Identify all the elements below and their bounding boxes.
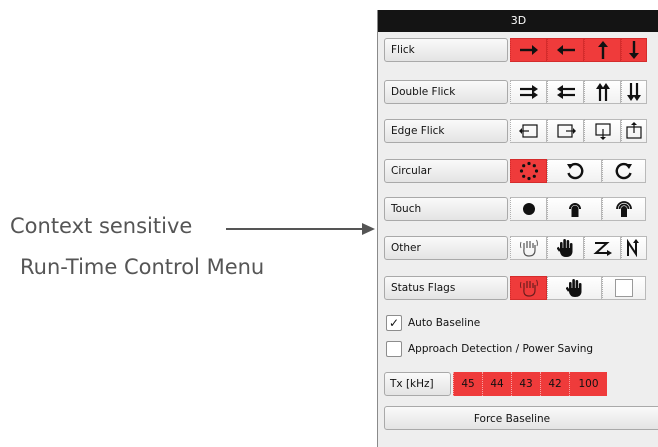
row-label-other: Other: [384, 236, 508, 260]
row-touch: Touch: [384, 197, 646, 221]
edge-flick-left-toggle[interactable]: [510, 119, 547, 143]
double-flick-right-toggle[interactable]: [510, 80, 547, 104]
row-label-touch: Touch: [384, 197, 508, 221]
tx-frequency-row: Tx [kHz] 45 44 43 42 100: [384, 372, 607, 396]
approach-detection-option[interactable]: Approach Detection / Power Saving: [386, 339, 593, 359]
double-arrow-up-icon: [595, 83, 610, 101]
other-z-gesture-toggle[interactable]: [584, 236, 621, 260]
circular-counterclockwise-toggle[interactable]: [602, 159, 646, 183]
touch-contact-toggle[interactable]: [510, 197, 547, 221]
circular-any-toggle[interactable]: [510, 159, 547, 183]
flick-left-toggle[interactable]: [547, 38, 584, 62]
force-baseline-button[interactable]: Force Baseline: [384, 406, 658, 430]
dotted-circle-icon: [519, 161, 538, 181]
auto-baseline-label: Auto Baseline: [408, 317, 481, 329]
flick-down-toggle[interactable]: [621, 38, 647, 62]
tx-frequency-cell[interactable]: 42: [540, 372, 569, 396]
edge-flick-right-toggle[interactable]: [547, 119, 584, 143]
flick-up-toggle[interactable]: [584, 38, 621, 62]
touch-tap-toggle[interactable]: [547, 197, 602, 221]
flick-right-toggle[interactable]: [510, 38, 547, 62]
n-gesture-icon: [627, 239, 639, 257]
tx-frequency-cell[interactable]: 100: [569, 372, 607, 396]
other-n-gesture-toggle[interactable]: [621, 236, 647, 260]
runtime-control-panel: 3D Flick Double Flick Edge Flick Circula…: [377, 10, 658, 447]
double-arrow-down-icon: [627, 83, 641, 101]
row-label-status-flags: Status Flags: [384, 276, 508, 300]
arrow-right-icon: [519, 45, 538, 55]
auto-baseline-checkbox[interactable]: ✓: [386, 315, 402, 331]
touch-tap-icon: [568, 203, 581, 217]
hand-outline-icon: [519, 239, 538, 257]
tx-frequency-cell[interactable]: 45: [453, 372, 482, 396]
other-hand-toggle[interactable]: [547, 236, 584, 260]
double-flick-left-toggle[interactable]: [547, 80, 584, 104]
row-label-circular: Circular: [384, 159, 508, 183]
arrow-up-icon: [597, 41, 608, 59]
rotate-counterclockwise-icon: [615, 162, 632, 180]
edge-flick-right-icon: [556, 124, 576, 138]
pointer-arrow-icon: [226, 223, 375, 235]
row-circular: Circular: [384, 159, 646, 183]
z-gesture-icon: [592, 242, 612, 256]
tx-frequency-cell[interactable]: 44: [482, 372, 511, 396]
row-edge-flick: Edge Flick: [384, 119, 647, 143]
double-flick-up-toggle[interactable]: [584, 80, 621, 104]
arrow-down-icon: [629, 41, 639, 59]
touch-hold-icon: [616, 201, 632, 217]
circular-clockwise-toggle[interactable]: [547, 159, 602, 183]
row-double-flick: Double Flick: [384, 80, 647, 104]
hand-filled-icon: [565, 279, 581, 297]
arrow-left-icon: [556, 45, 575, 55]
edge-flick-down-icon: [594, 123, 611, 140]
edge-flick-up-toggle[interactable]: [621, 119, 647, 143]
double-arrow-right-icon: [519, 85, 538, 99]
annotation-title: Context sensitive: [10, 214, 193, 238]
double-flick-down-toggle[interactable]: [621, 80, 647, 104]
row-label-edge-flick: Edge Flick: [384, 119, 508, 143]
edge-flick-left-icon: [518, 124, 538, 138]
approach-detection-checkbox[interactable]: [386, 341, 402, 357]
row-status-flags: Status Flags: [384, 276, 646, 300]
tx-frequency-cell[interactable]: 43: [511, 372, 540, 396]
edge-flick-up-icon: [626, 122, 642, 139]
approach-detection-label: Approach Detection / Power Saving: [408, 343, 594, 355]
status-empty-flag[interactable]: [602, 276, 646, 300]
row-label-double-flick: Double Flick: [384, 80, 508, 104]
row-other: Other: [384, 236, 647, 260]
other-wave-toggle[interactable]: [510, 236, 547, 260]
rotate-clockwise-icon: [566, 162, 583, 180]
double-arrow-left-icon: [556, 85, 575, 99]
empty-square-icon: [615, 279, 633, 297]
edge-flick-down-toggle[interactable]: [584, 119, 621, 143]
row-label-flick: Flick: [384, 38, 508, 62]
touch-hold-toggle[interactable]: [602, 197, 646, 221]
row-flick: Flick: [384, 38, 647, 62]
touch-dot-icon: [522, 203, 535, 215]
hand-outline-icon: [519, 279, 538, 297]
annotation-subtitle: Run-Time Control Menu: [20, 255, 265, 279]
status-hand-flag[interactable]: [547, 276, 602, 300]
status-wave-flag[interactable]: [510, 276, 547, 300]
panel-title: 3D: [378, 10, 658, 32]
hand-filled-icon: [556, 239, 572, 257]
auto-baseline-option[interactable]: ✓ Auto Baseline: [386, 313, 480, 333]
tx-label: Tx [kHz]: [384, 372, 451, 396]
